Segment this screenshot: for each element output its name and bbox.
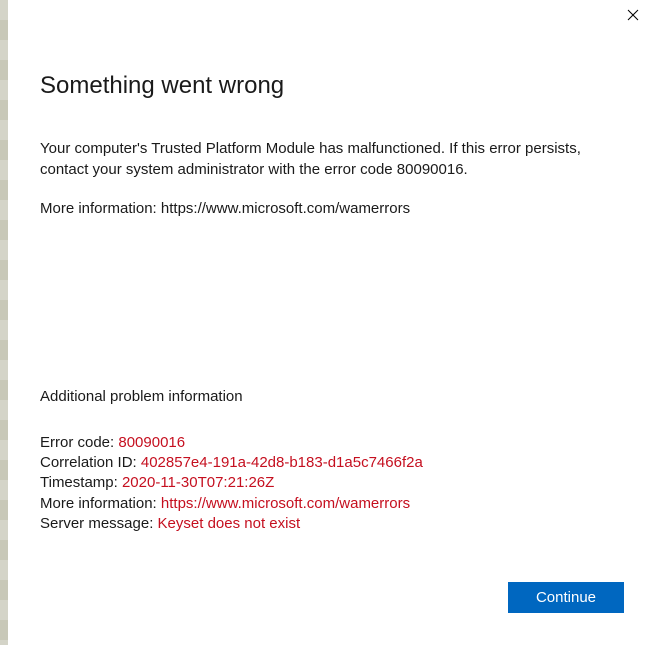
background-stripes [0,0,8,645]
additional-info-heading: Additional problem information [40,388,624,405]
spacer [40,219,624,388]
detail-block: Error code: 80090016 Correlation ID: 402… [40,433,624,534]
error-description: Your computer's Trusted Platform Module … [40,138,624,180]
correlation-id-label: Correlation ID: [40,454,141,471]
dialog-heading: Something went wrong [40,72,624,100]
close-button[interactable] [610,0,656,30]
more-info-url: https://www.microsoft.com/wamerrors [161,200,410,217]
dialog-content: Something went wrong Your computer's Tru… [8,32,656,558]
titlebar [8,0,656,32]
error-code-label: Error code: [40,434,118,451]
server-message-value: Keyset does not exist [158,515,301,532]
dialog-footer: Continue [8,558,656,645]
more-info-detail-line: More information: https://www.microsoft.… [40,494,624,514]
server-message-line: Server message: Keyset does not exist [40,514,624,534]
error-code-value: 80090016 [118,434,185,451]
error-code-line: Error code: 80090016 [40,433,624,453]
close-icon [627,9,639,21]
continue-button[interactable]: Continue [508,582,624,613]
error-dialog: Something went wrong Your computer's Tru… [8,0,656,645]
timestamp-line: Timestamp: 2020-11-30T07:21:26Z [40,473,624,493]
more-info-line: More information: https://www.microsoft.… [40,198,624,219]
correlation-id-value: 402857e4-191a-42d8-b183-d1a5c7466f2a [141,454,423,471]
more-info-detail-value: https://www.microsoft.com/wamerrors [161,495,410,512]
timestamp-label: Timestamp: [40,474,122,491]
server-message-label: Server message: [40,515,158,532]
more-info-detail-label: More information: [40,495,161,512]
correlation-id-line: Correlation ID: 402857e4-191a-42d8-b183-… [40,453,624,473]
timestamp-value: 2020-11-30T07:21:26Z [122,474,274,491]
more-info-label: More information: [40,200,161,217]
